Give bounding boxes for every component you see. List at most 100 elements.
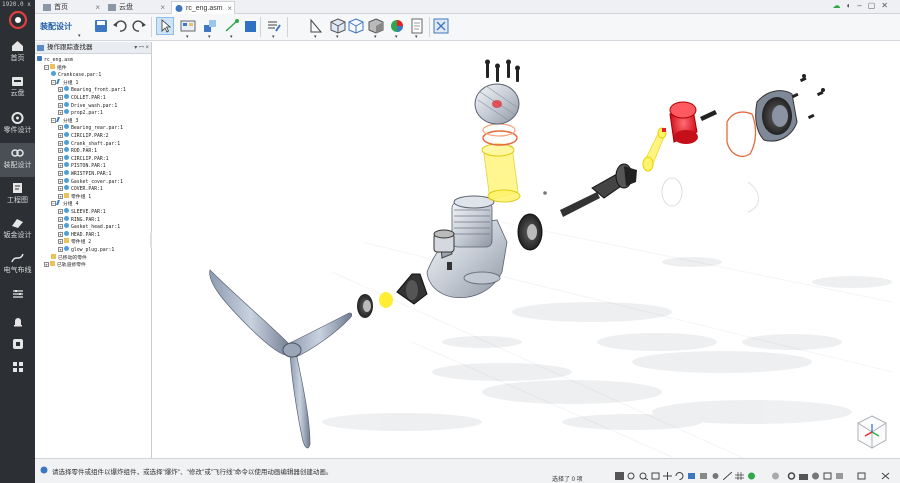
flight-line-tool-button[interactable]: ▾: [223, 17, 241, 40]
zoom-icon[interactable]: [639, 472, 648, 480]
tree-node[interactable]: + HEAD.PAR:1: [58, 230, 100, 239]
expand-icon[interactable]: +: [58, 133, 63, 138]
expand-icon[interactable]: +: [58, 163, 63, 169]
tree-node[interactable]: + Gasket_head.par:1: [58, 223, 120, 231]
rail-electrical-wiring[interactable]: 电气布线: [0, 248, 35, 282]
select-filter-icon[interactable]: [615, 472, 624, 480]
rail-home[interactable]: 首页: [0, 36, 35, 70]
expand-icon[interactable]: +: [58, 209, 63, 214]
expand-icon[interactable]: +: [58, 140, 63, 146]
info-icon[interactable]: ◐: [846, 1, 857, 10]
tree-node[interactable]: rc_eng.asm: [37, 56, 73, 64]
cover-part[interactable]: [755, 74, 825, 142]
tree-node[interactable]: + Crank_shaft.par:1: [58, 139, 120, 148]
expand-icon[interactable]: +: [58, 102, 63, 108]
minimize-icon[interactable]: –: [857, 1, 867, 10]
rail-cloud-drive[interactable]: 云盘: [0, 71, 35, 105]
display-icon[interactable]: [699, 472, 708, 480]
appearance-button[interactable]: ▾: [388, 17, 406, 40]
redo-button[interactable]: [130, 17, 148, 35]
expand-icon[interactable]: +: [58, 178, 63, 184]
expand-icon[interactable]: +: [58, 247, 63, 252]
rail-settings[interactable]: [0, 284, 35, 304]
3d-viewport[interactable]: [152, 42, 900, 458]
tree-node[interactable]: − 分组 4: [51, 200, 78, 208]
spinner-hub[interactable]: [357, 273, 428, 318]
wireframe-button[interactable]: [347, 17, 365, 35]
tree-node[interactable]: + PISTON.PAR:1: [58, 162, 106, 170]
tree-node[interactable]: + RING.PAR:1: [58, 215, 100, 224]
expand-icon[interactable]: +: [58, 186, 63, 192]
layout-icon[interactable]: [857, 472, 866, 480]
tree-node[interactable]: + Bearing_rear.par:1: [58, 124, 123, 132]
quick-access-dropdown[interactable]: ▾: [75, 33, 89, 39]
tree-node[interactable]: + glow_plug.par:1: [58, 246, 114, 254]
zoom-area-icon[interactable]: [627, 472, 636, 480]
cloud-sync-icon[interactable]: ☁: [832, 1, 846, 10]
tree-node[interactable]: + Drive_wash.par:1: [58, 101, 117, 110]
snapshot-icon[interactable]: [711, 472, 720, 480]
expand-icon[interactable]: +: [58, 125, 63, 131]
exploded-engine-view[interactable]: [152, 42, 900, 458]
tree-node[interactable]: + COVER.PAR:1: [58, 185, 103, 193]
head-part[interactable]: [474, 59, 520, 125]
view-cube[interactable]: [852, 412, 892, 452]
tab-home[interactable]: 首页 ×: [40, 1, 102, 14]
rail-sheet-metal[interactable]: 钣金设计: [0, 213, 35, 247]
fit-icon[interactable]: [651, 472, 660, 480]
section-icon[interactable]: [723, 472, 732, 480]
carburetor-part[interactable]: [433, 229, 455, 253]
panel-controls[interactable]: ▾ ꟷ ×: [134, 42, 149, 54]
edit-definition-button[interactable]: ▾: [265, 17, 283, 40]
save-button[interactable]: [92, 17, 110, 35]
view-icon[interactable]: [835, 472, 844, 480]
tab-cloud[interactable]: 云盘 ×: [105, 1, 167, 14]
help-icon[interactable]: [771, 472, 780, 480]
wrist-pin-part[interactable]: [700, 110, 717, 121]
explode-tool-button[interactable]: ▾: [179, 17, 197, 40]
settings-icon[interactable]: [787, 472, 796, 480]
tree-node[interactable]: + 零件组 2: [58, 238, 91, 246]
close-icon[interactable]: ×: [160, 1, 165, 14]
dimension-tool-button[interactable]: ▾: [307, 17, 325, 40]
expand-icon[interactable]: +: [58, 95, 63, 100]
bearing-rear-part[interactable]: [517, 213, 543, 251]
expand-icon[interactable]: +: [58, 110, 63, 116]
document-button[interactable]: ▾: [408, 17, 426, 40]
collapse-icon[interactable]: −: [51, 79, 56, 85]
close-icon[interactable]: ✕: [881, 1, 894, 10]
expand-icon[interactable]: +: [58, 148, 63, 154]
expand-icon[interactable]: +: [58, 87, 63, 93]
undo-button[interactable]: [111, 17, 129, 35]
view-orient-button[interactable]: ▾: [329, 17, 347, 40]
rail-help[interactable]: [0, 334, 35, 354]
tree-node[interactable]: + 已轨道修零件: [44, 261, 86, 269]
tree-node[interactable]: + Gasket_cover.par:1: [58, 177, 123, 186]
blue-box-button[interactable]: [241, 17, 259, 35]
expand-icon[interactable]: [881, 472, 890, 480]
tree-node[interactable]: 已移动的零件: [51, 253, 87, 262]
tree-node[interactable]: + prop2.par:1: [58, 109, 103, 117]
collapse-icon[interactable]: −: [44, 64, 49, 70]
views-icon[interactable]: [687, 472, 696, 480]
camera-icon[interactable]: [799, 472, 808, 480]
expand-icon[interactable]: +: [58, 239, 63, 245]
tree-node[interactable]: + 零件组 1: [58, 192, 91, 201]
expand-icon[interactable]: +: [58, 171, 63, 176]
tree-node[interactable]: Crankcase.par:1: [51, 71, 101, 79]
tree-node[interactable]: − 组件: [44, 63, 67, 72]
expand-icon[interactable]: +: [58, 193, 63, 199]
tree-node[interactable]: + SLEEVE.PAR:1: [58, 208, 106, 216]
expand-icon[interactable]: +: [58, 231, 63, 237]
select-tool-button[interactable]: [156, 17, 174, 35]
tree-node[interactable]: + WRISTPIN.PAR:1: [58, 170, 111, 178]
tree-node[interactable]: − 分组 1: [51, 78, 78, 87]
pan-icon[interactable]: [663, 472, 672, 480]
shaded-button[interactable]: ▾: [367, 17, 385, 40]
maximize-icon[interactable]: ▢: [868, 1, 882, 10]
collapse-icon[interactable]: −: [51, 117, 56, 123]
tree-node[interactable]: + CIRCLIP.PAR:2: [58, 132, 109, 140]
sleeve-highlight[interactable]: [481, 143, 521, 203]
piston-highlight[interactable]: [669, 101, 698, 144]
gasket-head-part[interactable]: [482, 123, 516, 137]
